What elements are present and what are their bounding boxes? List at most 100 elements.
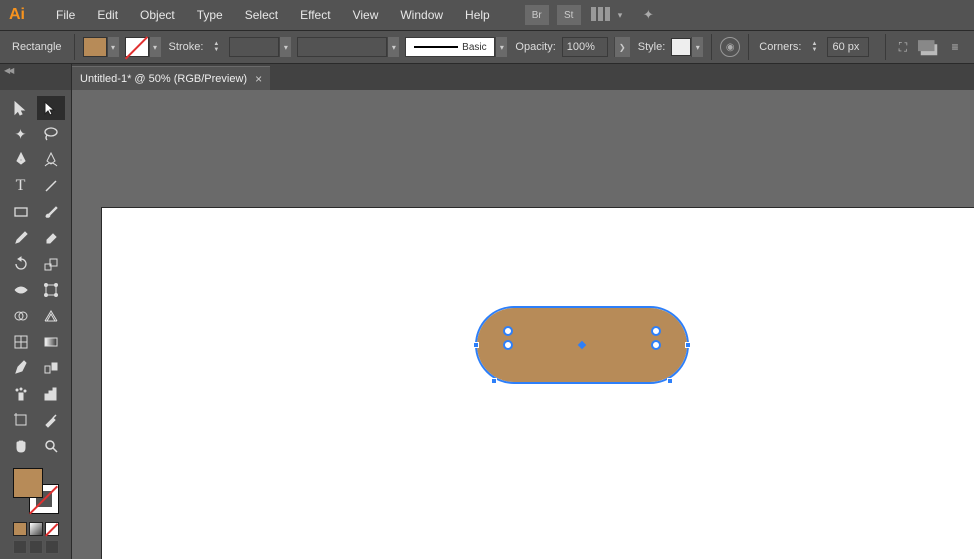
free-transform-tool[interactable] [37, 278, 65, 302]
style-label: Style: [638, 41, 666, 53]
selected-rectangle-shape[interactable] [477, 308, 687, 382]
blend-tool[interactable] [37, 356, 65, 380]
anchor-point[interactable] [491, 378, 497, 384]
dock-row: ◀◀ Untitled-1* @ 50% (RGB/Preview) × [0, 64, 974, 90]
eraser-tool[interactable] [37, 226, 65, 250]
fill-stroke-indicator[interactable] [13, 468, 59, 514]
paintbrush-tool[interactable] [37, 200, 65, 224]
none-mode-button[interactable] [45, 522, 59, 536]
draw-inside-button[interactable] [45, 540, 59, 554]
anchor-point[interactable] [667, 378, 673, 384]
artboard-tool[interactable] [7, 408, 35, 432]
anchor-point[interactable] [473, 342, 479, 348]
shaper-tool[interactable] [7, 226, 35, 250]
opacity-input[interactable] [562, 37, 608, 57]
selected-shape-label: Rectangle [8, 41, 66, 53]
selection-tool[interactable] [7, 96, 35, 120]
zoom-tool[interactable] [37, 434, 65, 458]
draw-behind-button[interactable] [29, 540, 43, 554]
gradient-tool[interactable] [37, 330, 65, 354]
control-bar: Rectangle ▾ ▾ Stroke: ▲▼ ▾ ▾ Basic ▾ Opa… [0, 30, 974, 64]
mesh-tool[interactable] [7, 330, 35, 354]
gradient-mode-button[interactable] [29, 522, 43, 536]
opacity-flyout-button[interactable]: ❯ [614, 37, 630, 57]
menu-object[interactable]: Object [130, 4, 185, 26]
anchor-point[interactable] [685, 342, 691, 348]
menu-bar: Ai File Edit Object Type Select Effect V… [0, 0, 974, 30]
fill-indicator[interactable] [13, 468, 43, 498]
chevron-down-icon: ▾ [279, 37, 291, 57]
stock-button[interactable]: St [557, 5, 581, 25]
app-icon: Ai [6, 4, 28, 26]
curvature-tool[interactable] [37, 148, 65, 172]
main-area: ✦ T [0, 90, 974, 559]
menu-type[interactable]: Type [187, 4, 233, 26]
gpu-preview-icon[interactable]: ✦ [638, 7, 658, 23]
menu-select[interactable]: Select [235, 4, 288, 26]
transform-panel-button[interactable]: ⛶ [892, 37, 914, 57]
tool-panel: ✦ T [0, 90, 72, 559]
menu-window[interactable]: Window [390, 4, 453, 26]
draw-mode-row [13, 540, 59, 554]
canvas-area[interactable] [72, 90, 974, 559]
width-tool[interactable] [7, 278, 35, 302]
arrange-documents-button[interactable] [590, 7, 612, 23]
brush-definition-dropdown[interactable]: Basic ▾ [405, 37, 507, 57]
stroke-label: Stroke: [169, 41, 204, 53]
menu-edit[interactable]: Edit [87, 4, 128, 26]
chevron-down-icon: ▾ [149, 37, 161, 57]
perspective-grid-tool[interactable] [37, 304, 65, 328]
stroke-weight-dropdown[interactable]: ▾ [229, 37, 291, 57]
graphic-style-dropdown[interactable]: ▾ [671, 37, 703, 57]
draw-normal-button[interactable] [13, 540, 27, 554]
align-panel-button[interactable]: ≡ [944, 37, 966, 57]
chevron-down-icon: ▾ [387, 37, 399, 57]
isolate-button[interactable] [918, 37, 940, 57]
lasso-tool[interactable] [37, 122, 65, 146]
chevron-down-icon: ▾ [107, 37, 119, 57]
document-tab[interactable]: Untitled-1* @ 50% (RGB/Preview) × [72, 66, 270, 90]
recolor-artwork-button[interactable]: ◉ [720, 37, 740, 57]
symbol-sprayer-tool[interactable] [7, 382, 35, 406]
stroke-weight-input[interactable] [229, 37, 279, 57]
artboard[interactable] [102, 208, 974, 559]
bridge-button[interactable]: Br [525, 5, 549, 25]
line-segment-tool[interactable] [37, 174, 65, 198]
toolbar-collapse-grip[interactable]: ◀◀ [0, 64, 72, 90]
corners-input[interactable] [827, 37, 869, 57]
menu-view[interactable]: View [343, 4, 389, 26]
live-corner-widget[interactable] [503, 326, 513, 336]
corners-stepper[interactable]: ▲▼ [807, 37, 821, 57]
rectangle-tool[interactable] [7, 200, 35, 224]
menu-help[interactable]: Help [455, 4, 500, 26]
shape-builder-tool[interactable] [7, 304, 35, 328]
live-corner-widget[interactable] [651, 340, 661, 350]
variable-width-profile-dropdown[interactable]: ▾ [297, 37, 399, 57]
live-corner-widget[interactable] [651, 326, 661, 336]
chevron-down-icon: ▾ [691, 37, 703, 57]
hand-tool[interactable] [7, 434, 35, 458]
stroke-swatch [125, 37, 149, 57]
magic-wand-tool[interactable]: ✦ [7, 122, 35, 146]
scale-tool[interactable] [37, 252, 65, 276]
rotate-tool[interactable] [7, 252, 35, 276]
menu-file[interactable]: File [46, 4, 85, 26]
eyedropper-tool[interactable] [7, 356, 35, 380]
opacity-label: Opacity: [515, 41, 555, 53]
chevron-down-icon: ▾ [618, 10, 623, 21]
pen-tool[interactable] [7, 148, 35, 172]
stroke-color-dropdown[interactable]: ▾ [125, 37, 161, 57]
menu-effect[interactable]: Effect [290, 4, 340, 26]
stroke-weight-stepper[interactable]: ▲▼ [209, 37, 223, 57]
fill-swatch [83, 37, 107, 57]
live-corner-widget[interactable] [503, 340, 513, 350]
corners-label: Corners: [759, 41, 801, 53]
close-tab-button[interactable]: × [255, 72, 262, 86]
type-tool[interactable]: T [7, 174, 35, 198]
column-graph-tool[interactable] [37, 382, 65, 406]
slice-tool[interactable] [37, 408, 65, 432]
direct-selection-tool[interactable] [37, 96, 65, 120]
fill-color-dropdown[interactable]: ▾ [83, 37, 119, 57]
color-mode-button[interactable] [13, 522, 27, 536]
document-tab-title: Untitled-1* @ 50% (RGB/Preview) [80, 73, 247, 85]
